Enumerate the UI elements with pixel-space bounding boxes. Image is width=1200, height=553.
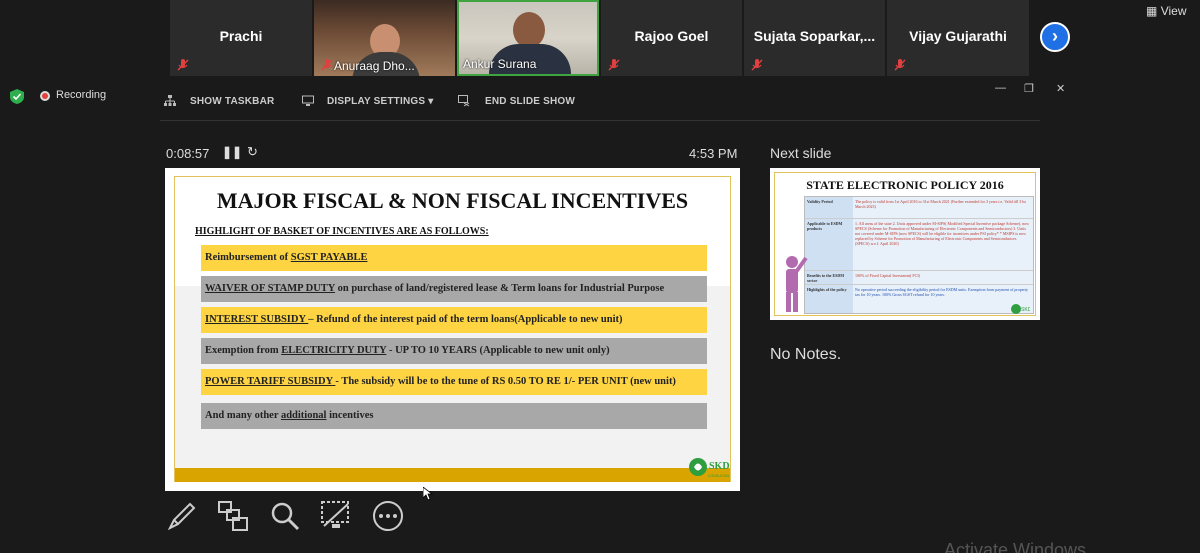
participant-tile[interactable]: Sujata Soparkar,... (744, 0, 885, 76)
skd-logo-icon: SKD (1011, 304, 1030, 314)
bar-text: – Refund of the interest paid of the ter… (308, 314, 623, 325)
row-label: Validity Period (805, 197, 853, 218)
more-options-icon[interactable] (372, 500, 404, 532)
display-settings-button[interactable]: DISPLAY SETTINGS ▾ (327, 96, 433, 107)
participant-face (513, 12, 545, 48)
row-text: 100% of Fixed Capital Investment( FCI) (853, 271, 1033, 284)
display-settings-icon (302, 95, 314, 106)
row-text: The policy is valid from 1st April 2016 … (853, 197, 1033, 218)
slide-title: MAJOR FISCAL & NON FISCAL INCENTIVES (216, 188, 689, 213)
incentive-bar: Exemption from ELECTRICITY DUTY - UP TO … (201, 338, 707, 364)
elapsed-timer: 0:08:57 (166, 146, 210, 161)
recording-indicator-icon (40, 91, 50, 101)
pen-tool-icon[interactable] (166, 500, 198, 532)
black-screen-icon[interactable] (320, 500, 352, 532)
end-slide-show-icon (458, 95, 470, 107)
mic-muted-icon (177, 59, 189, 71)
row-label: Highlights of the policy (805, 285, 853, 313)
participant-video-tile[interactable]: Anuraag Dho... (314, 0, 455, 76)
mic-muted-icon (894, 59, 906, 71)
row-text: No operative period succeeding the eligi… (853, 285, 1033, 313)
policy-table: Validity Period The policy is valid from… (804, 196, 1034, 314)
grid-view-icon: ▦ (1146, 4, 1158, 18)
bar-highlight: WAIVER OF STAMP DUTY (205, 283, 335, 294)
mic-muted-icon (751, 59, 763, 71)
chevron-right-icon: › (1052, 26, 1058, 46)
svg-text:SKD: SKD (709, 461, 729, 472)
participant-name: Anuraag Dho... (334, 59, 415, 73)
participant-name: Vijay Gujarathi (909, 28, 1007, 44)
display-settings-label: DISPLAY SETTINGS (327, 96, 426, 107)
pointing-person-icon (786, 256, 808, 312)
bar-text: - The subsidy will be to the tune of RS … (335, 376, 676, 387)
next-slide-thumbnail[interactable]: STATE ELECTRONIC POLICY 2016 Validity Pe… (770, 168, 1040, 320)
close-button[interactable]: ✕ (1056, 82, 1065, 95)
recording-label[interactable]: Recording (56, 89, 106, 101)
bar-text: And many other (205, 410, 281, 421)
shield-check-icon[interactable] (10, 89, 24, 104)
incentive-bar: Reimbursement of SGST PAYABLE (201, 245, 707, 271)
slide-subtitle: HIGHLIGHT OF BASKET OF INCENTIVES ARE AS… (195, 226, 489, 237)
restart-timer-button[interactable]: ↻ (247, 144, 258, 160)
row-label: Benefits to the ESDM sector (805, 271, 853, 284)
activate-windows-watermark: Activate Windows (944, 540, 1087, 553)
bar-highlight: additional (280, 410, 327, 421)
pause-timer-button[interactable]: ❚❚ (222, 145, 242, 159)
table-row: Applicable to ESDM products 1. All areas… (805, 219, 1033, 271)
bar-highlight: ELECTRICITY DUTY (281, 345, 387, 356)
bar-text: Exemption from (205, 345, 282, 356)
participant-name: Prachi (219, 28, 263, 44)
current-time: 4:53 PM (689, 146, 738, 161)
bar-highlight: POWER TARIFF SUBSIDY (205, 376, 336, 387)
speaker-notes: No Notes. (770, 346, 842, 363)
active-speaker-video-tile[interactable]: Ankur Surana (457, 0, 599, 76)
zoom-icon[interactable] (269, 500, 301, 532)
see-all-slides-icon[interactable] (217, 500, 249, 532)
participant-name: Sujata Soparkar,... (753, 28, 876, 44)
row-label: Applicable to ESDM products (805, 219, 853, 270)
svg-text:CONSULTANTS PVT. LTD.: CONSULTANTS PVT. LTD. (708, 474, 729, 478)
participant-tile[interactable]: Vijay Gujarathi (887, 0, 1029, 76)
toolbar-divider (160, 120, 1040, 121)
bar-text: incentives (326, 410, 374, 421)
mouse-cursor-icon (423, 487, 433, 501)
table-row: Highlights of the policy No operative pe… (805, 285, 1033, 313)
current-slide[interactable]: MAJOR FISCAL & NON FISCAL INCENTIVES HIG… (165, 168, 740, 491)
incentive-bar: And many other additional incentives (201, 403, 707, 429)
incentive-bar: INTEREST SUBSIDY – Refund of the interes… (201, 307, 707, 333)
taskbar-icon (164, 95, 176, 106)
row-text: 1. All areas of the state 2. Units appro… (853, 219, 1033, 270)
participant-tile[interactable]: Rajoo Goel (601, 0, 742, 76)
next-slide-label: Next slide (770, 145, 832, 161)
svg-text:SKD: SKD (1021, 307, 1030, 313)
mic-muted-icon (608, 59, 620, 71)
end-slide-show-button[interactable]: END SLIDE SHOW (485, 96, 575, 107)
show-taskbar-button[interactable]: SHOW TASKBAR (190, 96, 274, 107)
caret-down-icon: ▾ (428, 96, 434, 107)
skd-logo-icon: SKD CONSULTANTS PVT. LTD. (689, 458, 729, 478)
view-button[interactable]: ▦ View (1146, 4, 1186, 18)
incentive-bar: POWER TARIFF SUBSIDY - The subsidy will … (201, 369, 707, 395)
bar-text: - UP TO 10 YEARS (Applicable to new unit… (386, 345, 610, 356)
restore-button[interactable]: ❐ (1024, 82, 1034, 95)
bar-text: Reimbursement of (205, 252, 291, 263)
table-row: Validity Period The policy is valid from… (805, 197, 1033, 219)
participant-name: Ankur Surana (463, 57, 537, 71)
bar-text: on purchase of land/registered lease & T… (335, 283, 665, 294)
restart-icon: ↻ (247, 144, 258, 159)
mic-muted-icon (321, 59, 333, 71)
slide-footer-bar (175, 468, 730, 482)
participant-strip: Prachi Anuraag Dho... Ankur Surana Rajoo… (0, 0, 1200, 76)
bar-highlight: INTEREST SUBSIDY (205, 314, 309, 325)
table-row: Benefits to the ESDM sector 100% of Fixe… (805, 271, 1033, 285)
next-participants-button[interactable]: › (1040, 22, 1070, 52)
next-slide-title: STATE ELECTRONIC POLICY 2016 (806, 178, 1004, 192)
participant-name: Rajoo Goel (634, 28, 709, 44)
pause-icon: ❚❚ (222, 145, 243, 159)
view-button-label: View (1160, 4, 1187, 18)
minimize-button[interactable]: — (995, 82, 1006, 94)
bar-highlight: SGST PAYABLE (290, 252, 368, 263)
participant-tile[interactable]: Prachi (170, 0, 312, 76)
incentive-bar: WAIVER OF STAMP DUTY on purchase of land… (201, 276, 707, 302)
